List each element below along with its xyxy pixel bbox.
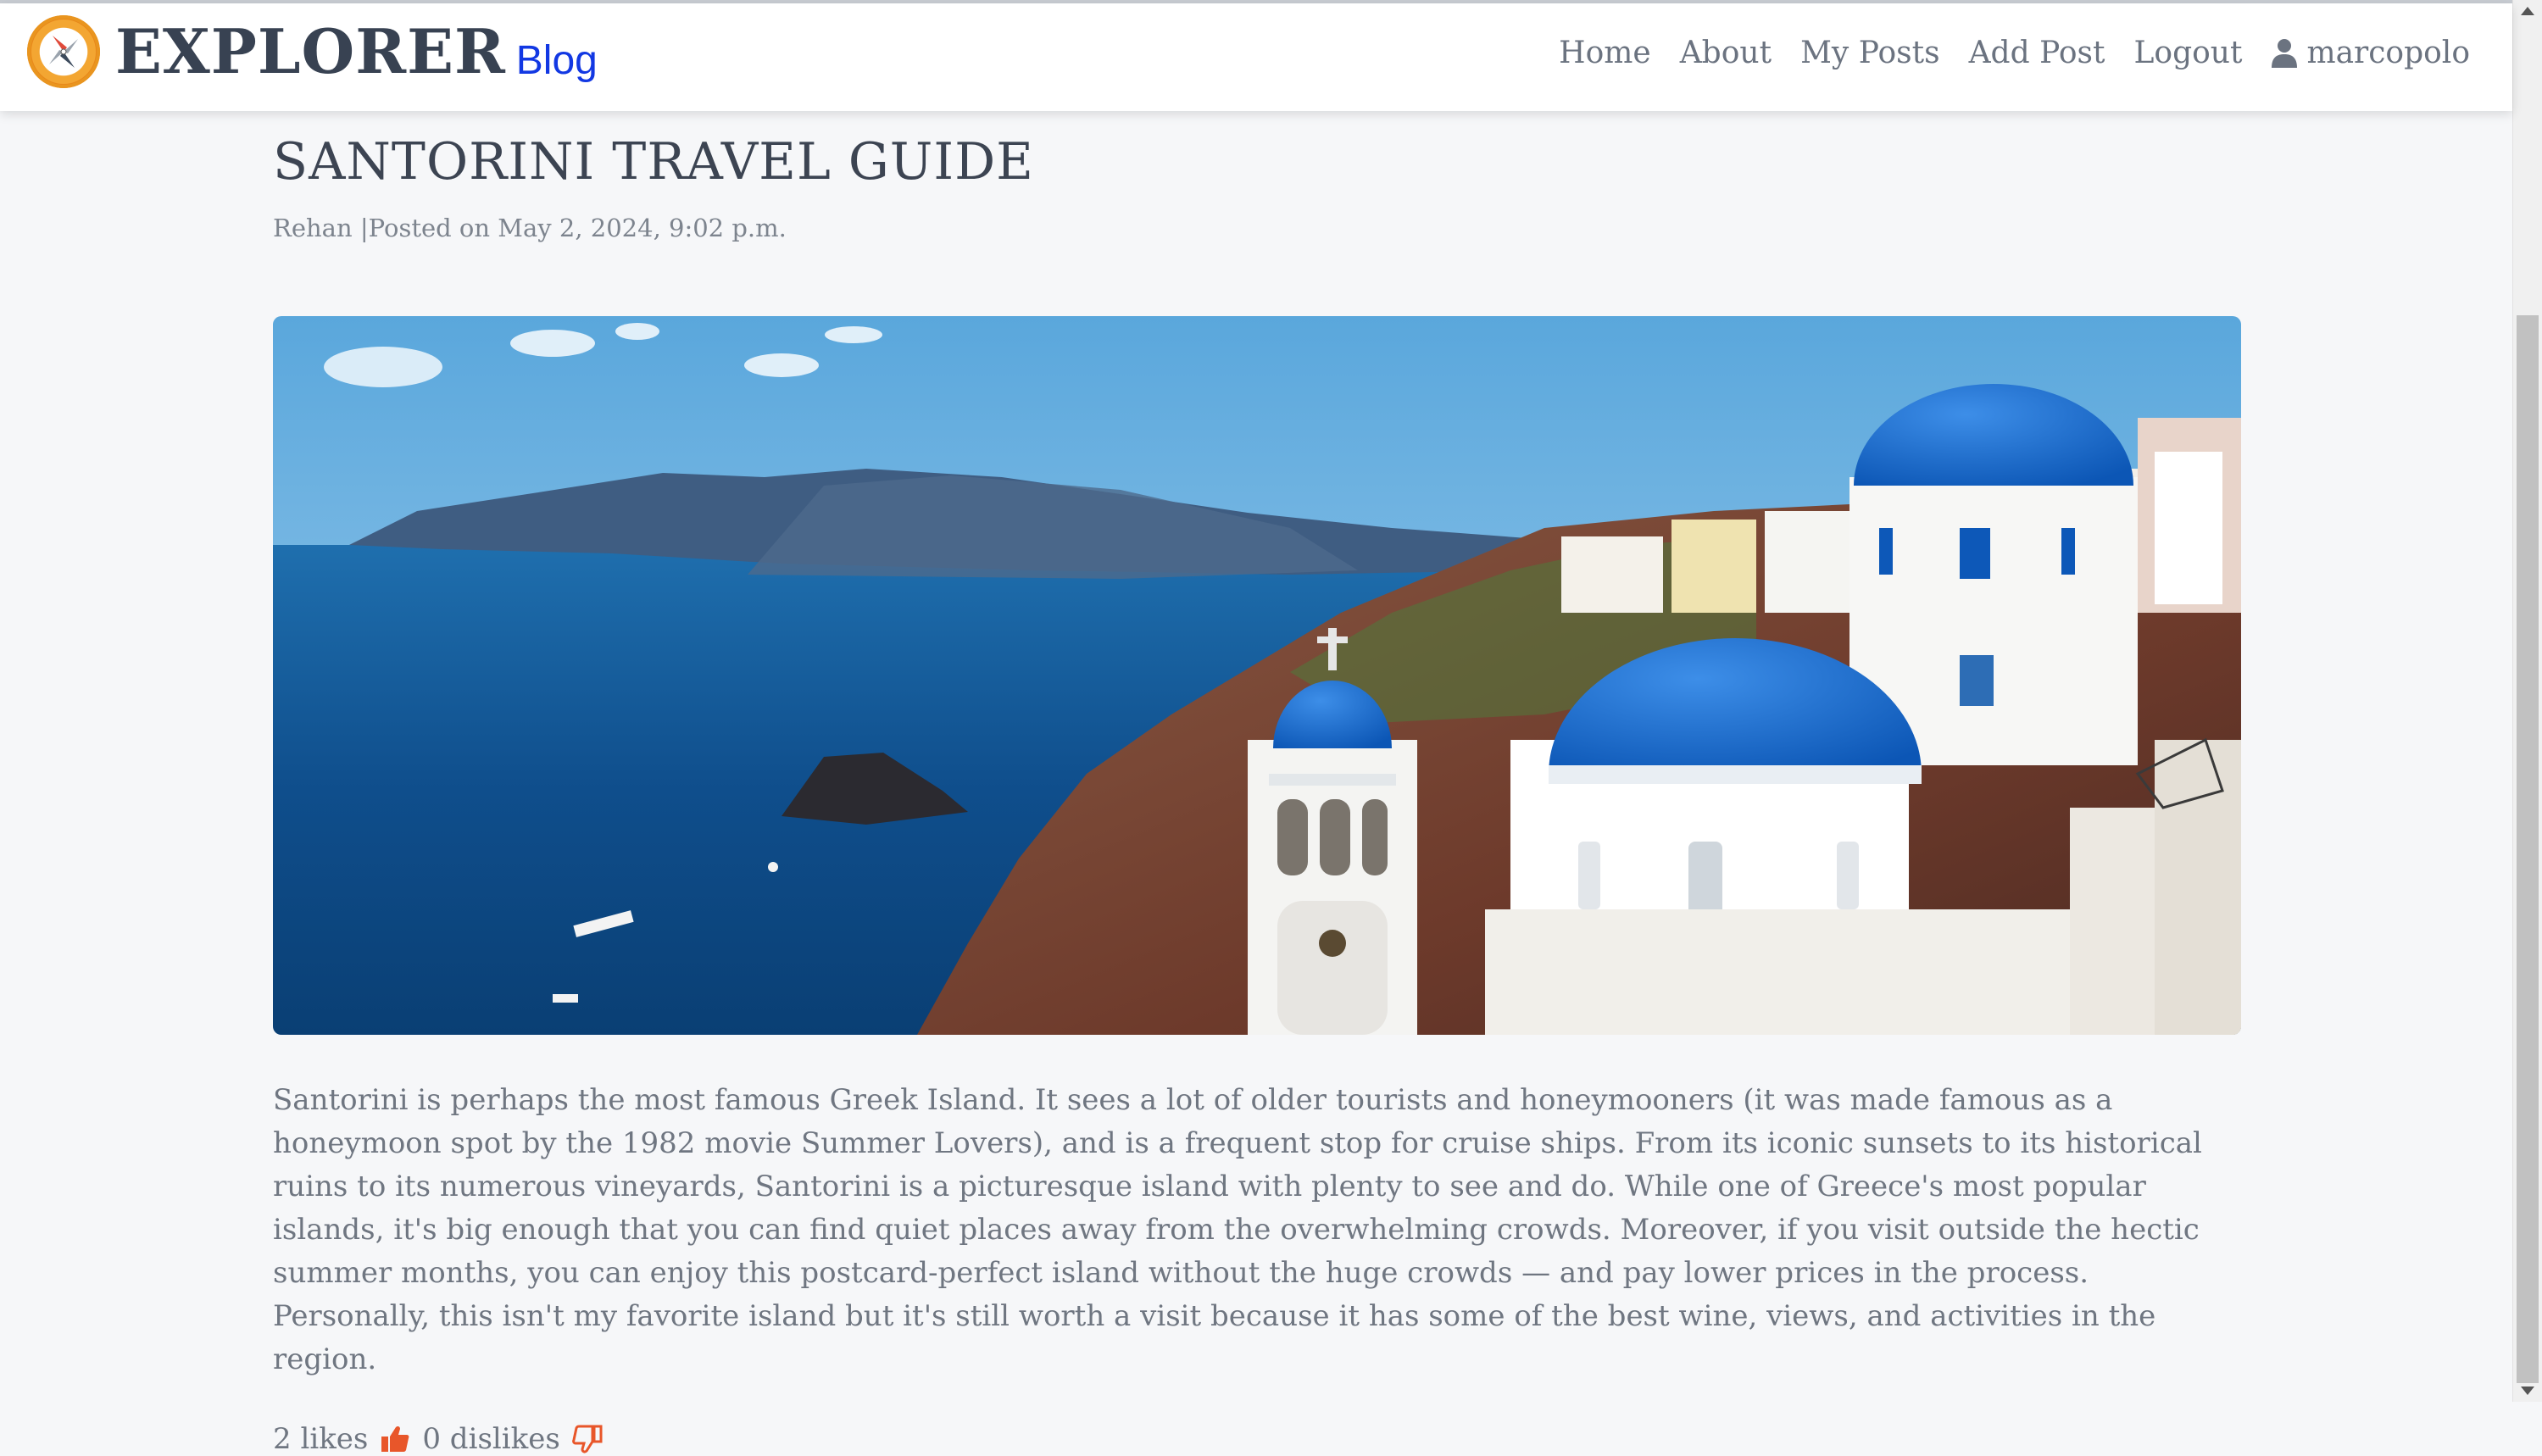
nav-links: Home About My Posts Add Post Logout marc… [1559, 36, 2470, 70]
post-meta-separator: | [352, 214, 369, 242]
user-icon [2272, 38, 2298, 68]
dislikes-count: 0 dislikes [422, 1422, 560, 1456]
nav-add-post[interactable]: Add Post [1969, 36, 2105, 70]
post-author: Rehan [273, 214, 353, 242]
scroll-down-arrow-icon[interactable] [2521, 1387, 2534, 1395]
scrollbar-thumb[interactable] [2517, 315, 2539, 1383]
nav-user[interactable]: marcopolo [2271, 36, 2470, 70]
scroll-up-arrow-icon[interactable] [2521, 7, 2534, 15]
thumbs-down-icon[interactable] [571, 1424, 603, 1454]
nav-logout[interactable]: Logout [2133, 36, 2242, 70]
nav-my-posts[interactable]: My Posts [1800, 36, 1940, 70]
post-body: Santorini is perhaps the most famous Gre… [273, 1083, 2202, 1376]
brand-subtitle: Blog [515, 38, 598, 83]
nav-about[interactable]: About [1680, 36, 1772, 70]
thumbs-up-icon[interactable] [380, 1424, 410, 1454]
compass-icon [27, 15, 100, 88]
likes-count: 2 likes [273, 1422, 369, 1456]
brand-title: EXPLORER [115, 15, 506, 87]
post-title: SANTORINI TRAVEL GUIDE [273, 132, 1034, 192]
post-meta: Rehan |Posted on May 2, 2024, 9:02 p.m. [273, 211, 2241, 245]
user-name: marcopolo [2306, 36, 2470, 70]
post-date: Posted on May 2, 2024, 9:02 p.m. [368, 214, 787, 242]
post-content: SANTORINI TRAVEL GUIDE Rehan |Posted on … [273, 111, 2241, 1456]
page-scrollbar[interactable] [2512, 0, 2542, 1402]
nav-home[interactable]: Home [1559, 36, 1651, 70]
post-image [273, 316, 2241, 1035]
post-reactions: 2 likes 0 dislikes [273, 1422, 2241, 1456]
top-navbar: EXPLORER Blog Home About My Posts Add Po… [0, 3, 2512, 111]
brand[interactable]: EXPLORER Blog [27, 15, 598, 88]
